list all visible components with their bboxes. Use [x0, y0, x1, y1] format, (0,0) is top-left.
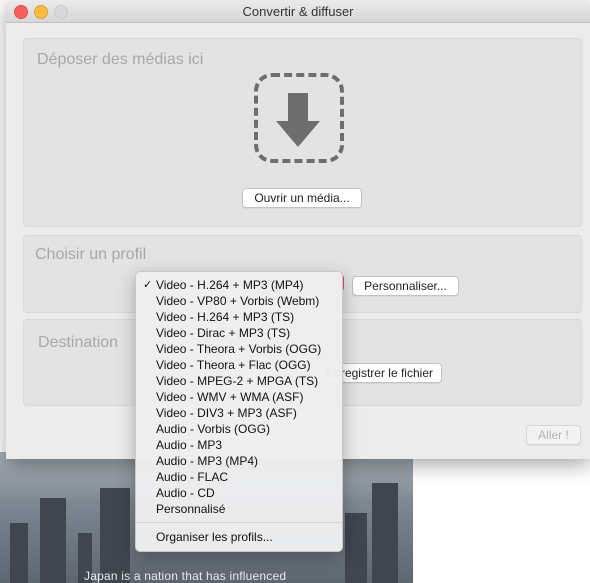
menu-item-profile[interactable]: Video - Theora + Flac (OGG): [136, 357, 342, 373]
menu-item-label: Organiser les profils...: [156, 530, 273, 544]
window-title: Convertir & diffuser: [242, 4, 354, 19]
menu-item-profile[interactable]: Video - Theora + Vorbis (OGG): [136, 341, 342, 357]
choose-profile-title: Choisir un profil: [35, 246, 147, 263]
menu-item-label: Video - Theora + Vorbis (OGG): [156, 342, 322, 356]
menu-item-profile[interactable]: Video - MPEG-2 + MPGA (TS): [136, 373, 342, 389]
menu-item-label: Audio - MP3 (MP4): [156, 454, 259, 468]
download-arrow-head-icon: [276, 121, 320, 147]
title-bar[interactable]: Convertir & diffuser: [6, 0, 590, 23]
menu-item-profile[interactable]: Video - Dirac + MP3 (TS): [136, 325, 342, 341]
menu-item-label: Video - DIV3 + MP3 (ASF): [156, 406, 297, 420]
building: [372, 483, 398, 583]
menu-item-profile[interactable]: Video - WMV + WMA (ASF): [136, 389, 342, 405]
menu-item-label: Video - H.264 + MP3 (TS): [156, 310, 295, 324]
go-button[interactable]: Aller !: [526, 425, 581, 445]
destination-title: Destination: [38, 334, 119, 351]
menu-item-label: Video - VP80 + Vorbis (Webm): [156, 294, 320, 308]
menu-item-label: Video - WMV + WMA (ASF): [156, 390, 304, 404]
menu-separator: [136, 522, 342, 523]
building: [40, 498, 66, 583]
customize-profile-button[interactable]: Personnaliser...: [352, 276, 459, 296]
menu-item-organise-profiles[interactable]: Organiser les profils...: [136, 529, 342, 545]
menu-item-label: Video - Dirac + MP3 (TS): [156, 326, 291, 340]
menu-item-label: Personnalisé: [156, 502, 226, 516]
menu-item-label: Video - H.264 + MP3 (MP4): [156, 278, 304, 292]
open-media-button[interactable]: Ouvrir un média...: [242, 188, 362, 208]
menu-item-label: Audio - MP3: [156, 438, 223, 452]
video-subtitle: Japan is a nation that has influenced: [84, 569, 287, 583]
drop-target-icon: [254, 73, 344, 163]
menu-item-profile[interactable]: Audio - Vorbis (OGG): [136, 421, 342, 437]
menu-item-label: Audio - CD: [156, 486, 215, 500]
download-arrow-icon: [288, 93, 308, 123]
menu-item-profile[interactable]: Video - DIV3 + MP3 (ASF): [136, 405, 342, 421]
drop-media-title: Déposer des médias ici: [37, 51, 204, 68]
menu-item-label: Video - Theora + Flac (OGG): [156, 358, 311, 372]
profile-dropdown-menu: ✓ Video - H.264 + MP3 (MP4) Video - VP80 +…: [135, 271, 343, 552]
menu-item-label: Video - MPEG-2 + MPGA (TS): [156, 374, 319, 388]
menu-item-profile[interactable]: Video - H.264 + MP3 (TS): [136, 309, 342, 325]
menu-item-profile[interactable]: Audio - MP3 (MP4): [136, 453, 342, 469]
checkmark-icon: ✓: [143, 279, 153, 291]
menu-item-profile[interactable]: Audio - FLAC: [136, 469, 342, 485]
menu-item-profile[interactable]: Audio - CD: [136, 485, 342, 501]
menu-item-profile[interactable]: ✓ Video - H.264 + MP3 (MP4): [136, 277, 342, 293]
menu-item-profile[interactable]: Video - VP80 + Vorbis (Webm): [136, 293, 342, 309]
menu-item-label: Audio - FLAC: [156, 470, 229, 484]
menu-item-profile[interactable]: Audio - MP3: [136, 437, 342, 453]
building: [345, 513, 367, 583]
drop-media-panel[interactable]: Déposer des médias ici Ouvrir un média..…: [23, 38, 582, 227]
menu-item-label: Audio - Vorbis (OGG): [156, 422, 271, 436]
building: [10, 523, 28, 583]
menu-item-profile[interactable]: Personnalisé: [136, 501, 342, 517]
